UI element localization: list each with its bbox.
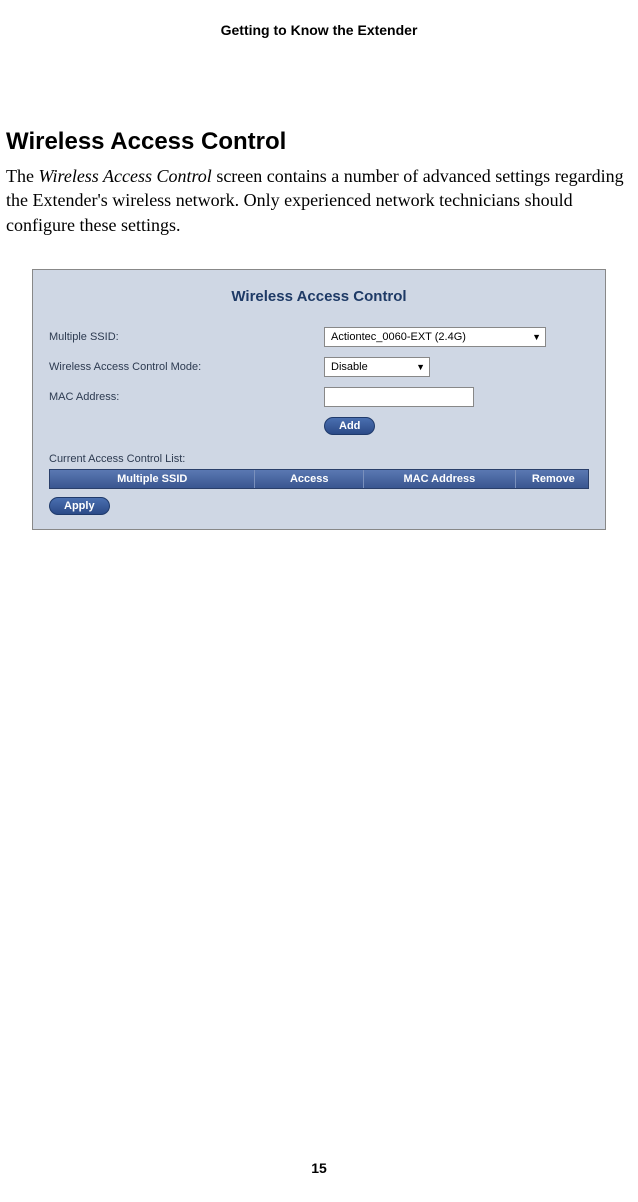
add-button[interactable]: Add	[324, 417, 375, 435]
page-number: 15	[0, 1160, 638, 1176]
th-mac: MAC Address	[364, 470, 516, 488]
label-mode: Wireless Access Control Mode:	[49, 361, 324, 373]
chevron-down-icon: ▼	[416, 362, 425, 372]
section-heading: Wireless Access Control	[6, 128, 638, 156]
select-mode-value: Disable	[331, 361, 368, 373]
select-mode[interactable]: Disable ▼	[324, 357, 430, 377]
acl-table-header: Multiple SSID Access MAC Address Remove	[49, 469, 589, 489]
page-header: Getting to Know the Extender	[0, 22, 638, 38]
label-list: Current Access Control List:	[49, 453, 589, 465]
row-ssid: Multiple SSID: Actiontec_0060-EXT (2.4G)…	[49, 327, 589, 347]
mac-input[interactable]	[324, 387, 474, 407]
config-panel: Wireless Access Control Multiple SSID: A…	[32, 269, 606, 530]
row-mac: MAC Address:	[49, 387, 589, 407]
th-remove: Remove	[516, 470, 591, 488]
section-paragraph: The Wireless Access Control screen conta…	[6, 164, 632, 237]
paragraph-text-italic: Wireless Access Control	[38, 166, 211, 186]
paragraph-text-prefix: The	[6, 166, 38, 186]
panel-title: Wireless Access Control	[49, 288, 589, 305]
th-ssid: Multiple SSID	[50, 470, 255, 488]
th-access: Access	[255, 470, 364, 488]
chevron-down-icon: ▼	[532, 332, 541, 342]
select-ssid[interactable]: Actiontec_0060-EXT (2.4G) ▼	[324, 327, 546, 347]
label-ssid: Multiple SSID:	[49, 331, 324, 343]
apply-button[interactable]: Apply	[49, 497, 110, 515]
label-mac: MAC Address:	[49, 391, 324, 403]
select-ssid-value: Actiontec_0060-EXT (2.4G)	[331, 331, 466, 343]
row-mode: Wireless Access Control Mode: Disable ▼	[49, 357, 589, 377]
